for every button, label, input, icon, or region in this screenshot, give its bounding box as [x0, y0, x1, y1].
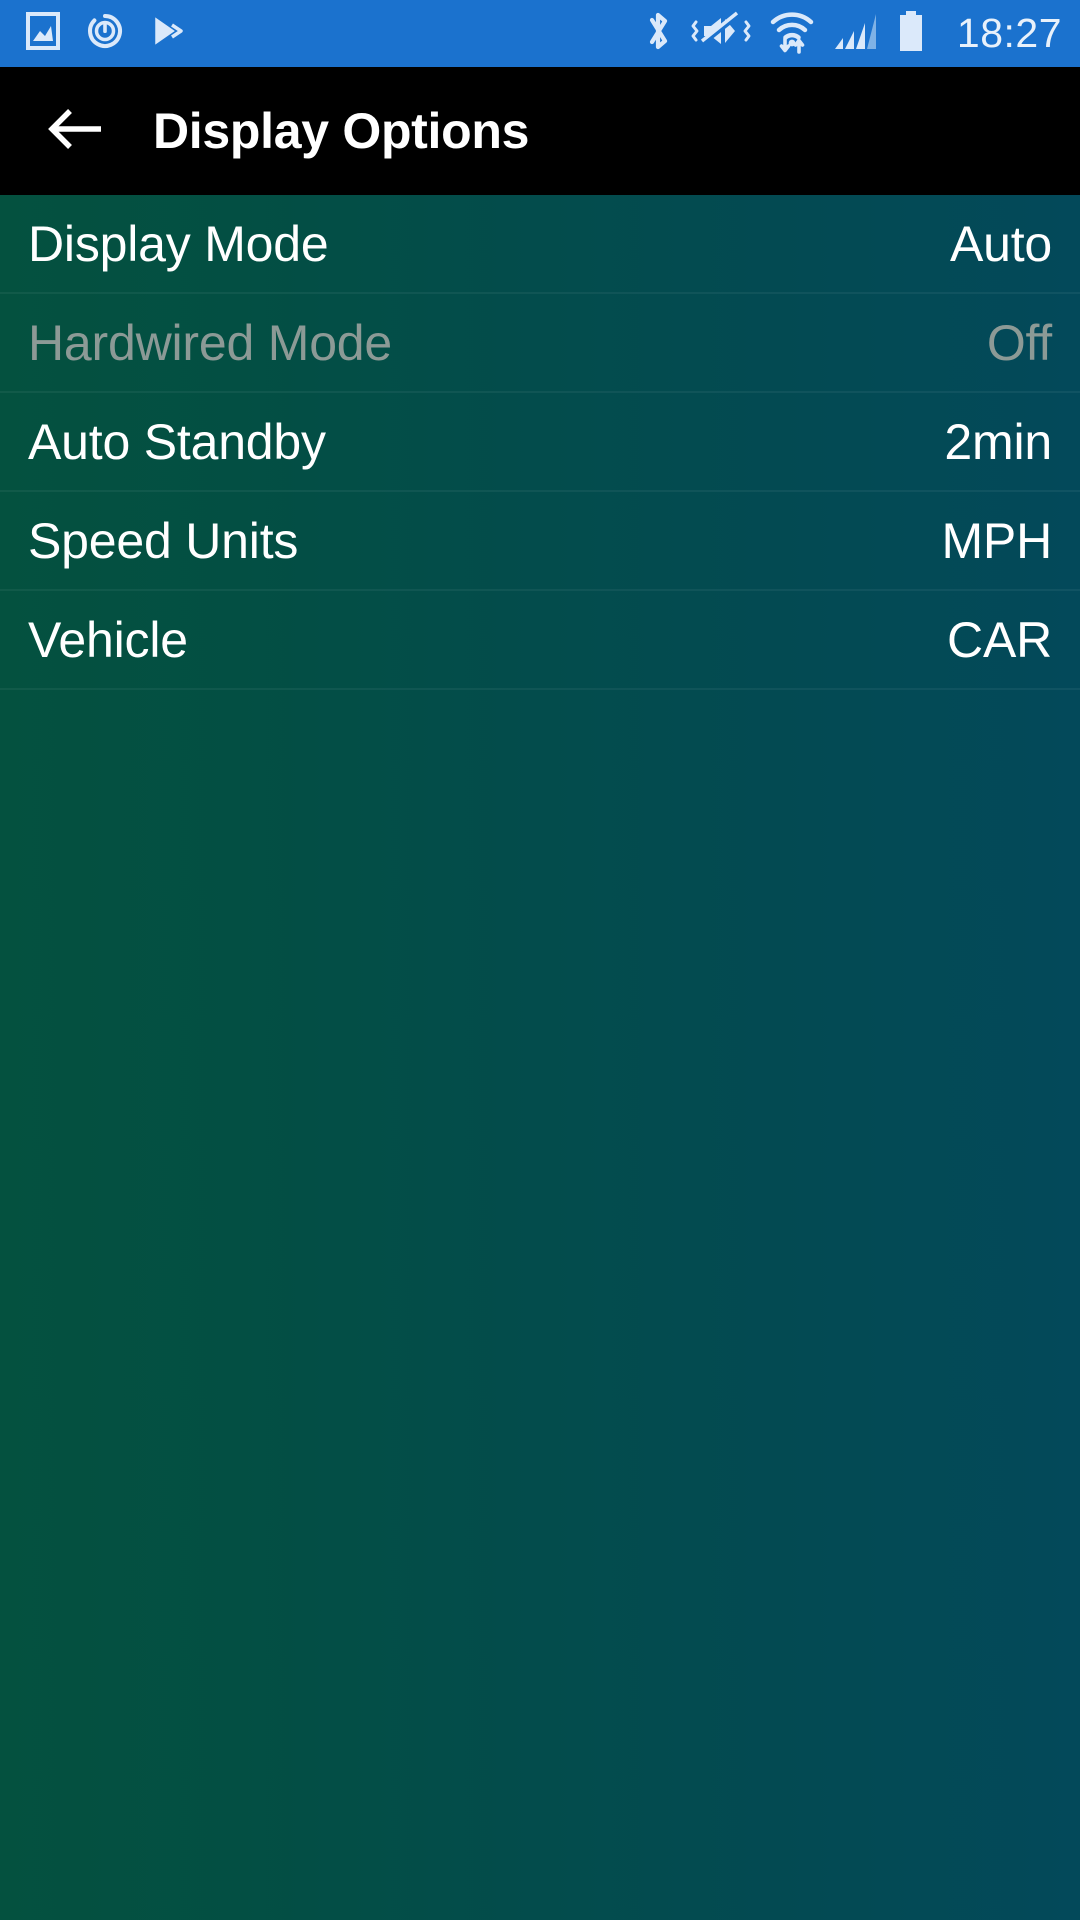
settings-row-label: Display Mode	[28, 215, 329, 272]
back-button[interactable]	[40, 96, 110, 166]
status-bar-clock: 18:27	[956, 10, 1062, 56]
settings-row-label: Auto Standby	[28, 413, 326, 470]
back-arrow-icon	[44, 104, 106, 159]
settings-row-value: 2min	[944, 413, 1052, 470]
settings-list: Display Mode Auto Hardwired Mode Off Aut…	[0, 195, 1080, 690]
google-play-icon	[150, 12, 184, 55]
app-bar: Display Options	[0, 67, 1080, 195]
settings-row-value: CAR	[947, 611, 1052, 668]
settings-row-label: Speed Units	[28, 512, 299, 569]
settings-row-vehicle[interactable]: Vehicle CAR	[0, 591, 1080, 690]
settings-row-speed-units[interactable]: Speed Units MPH	[0, 492, 1080, 591]
settings-row-display-mode[interactable]: Display Mode Auto	[0, 195, 1080, 294]
bluetooth-icon	[643, 9, 673, 58]
battery-icon	[897, 10, 925, 57]
status-bar-right-icons: 18:27	[643, 8, 1062, 59]
settings-row-value: Auto	[949, 215, 1052, 272]
wifi-data-transfer-icon	[769, 8, 815, 59]
mute-vibrate-icon	[691, 10, 751, 57]
status-bar-left-icons	[26, 12, 184, 55]
settings-row-label: Hardwired Mode	[28, 314, 393, 371]
image-icon	[26, 12, 60, 55]
settings-row-hardwired-mode: Hardwired Mode Off	[0, 294, 1080, 393]
page-title: Display Options	[153, 103, 530, 159]
content-area: Display Mode Auto Hardwired Mode Off Aut…	[0, 195, 1080, 1920]
power-timer-icon	[86, 12, 124, 55]
status-bar: 18:27	[0, 0, 1080, 67]
settings-row-value: Off	[986, 314, 1052, 371]
cellular-signal-icon	[833, 11, 879, 56]
phone-screen: 18:27 Display Options Display Mode Auto …	[0, 0, 1080, 1920]
settings-row-label: Vehicle	[28, 611, 188, 668]
settings-row-auto-standby[interactable]: Auto Standby 2min	[0, 393, 1080, 492]
settings-row-value: MPH	[941, 512, 1052, 569]
